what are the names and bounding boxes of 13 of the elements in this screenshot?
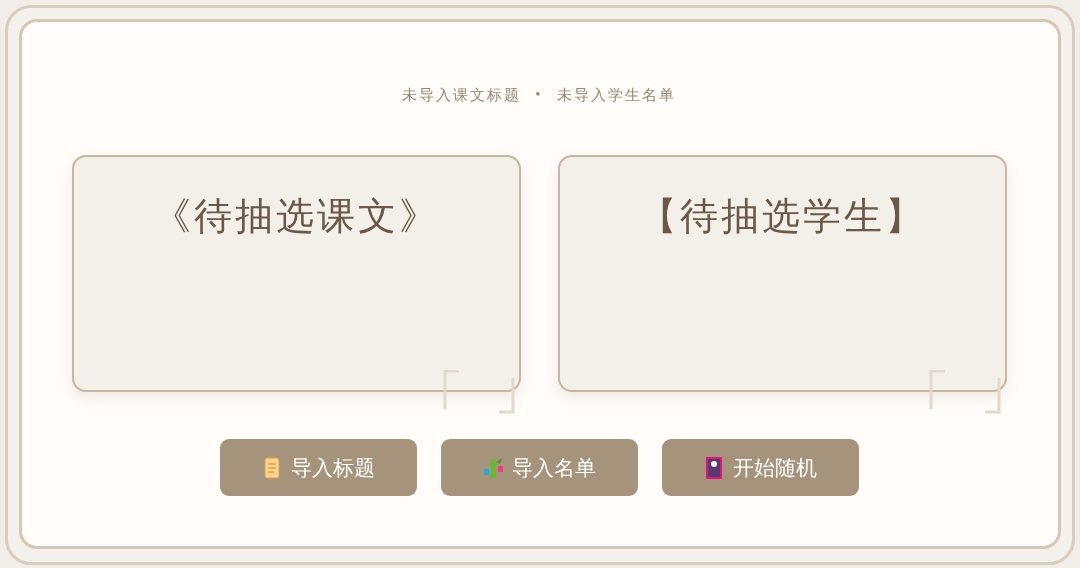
photo-card-icon [703,455,725,480]
separator-dot: • [535,86,543,104]
corner-bracket-icon [441,370,516,414]
action-button[interactable]: 开始随机 [661,439,859,496]
status-text: 未导入课文标题 [402,86,522,105]
action-button[interactable]: 导入名单 [440,439,638,496]
status-text: 未导入学生名单 [556,86,676,105]
scroll-icon [261,455,283,480]
action-button[interactable]: 导入标题 [219,439,417,496]
corner-bracket-icon [927,370,1002,414]
card-title: 【待抽选学生】 [638,194,926,239]
card-title: 《待抽选课文》 [152,194,440,239]
bamboo-icon [482,455,504,480]
